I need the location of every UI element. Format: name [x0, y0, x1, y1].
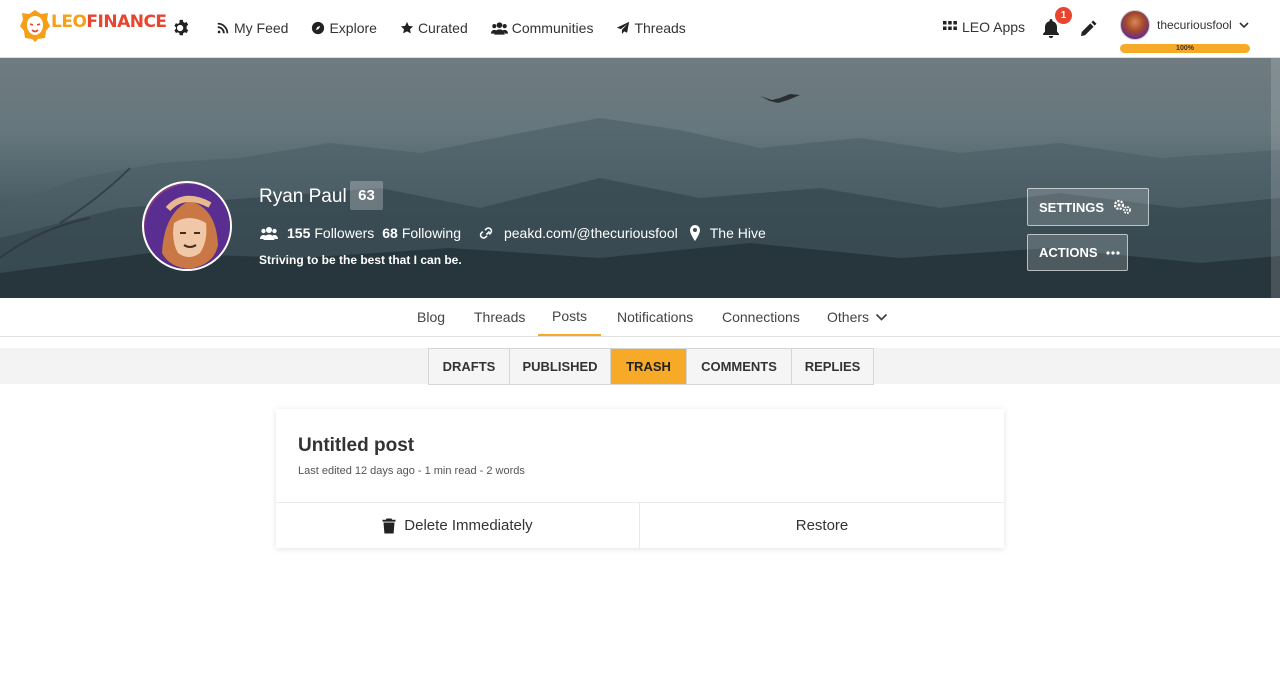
nav-threads[interactable]: Threads: [616, 20, 686, 36]
nav-communities-label: Communities: [511, 20, 594, 36]
leo-apps-label: LEO Apps: [962, 19, 1026, 35]
post-meta: Last edited 12 days ago - 1 min read - 2…: [298, 465, 525, 477]
profile-bio: Striving to be the best that I can be.: [259, 253, 462, 267]
post-filter-tabs: DRAFTS PUBLISHED TRASH COMMENTS REPLIES: [428, 348, 874, 385]
actions-button[interactable]: ACTIONS: [1027, 234, 1128, 271]
pencil-icon[interactable]: [1080, 19, 1098, 37]
profile-avatar[interactable]: [142, 181, 232, 271]
subtab-drafts[interactable]: DRAFTS: [429, 349, 510, 384]
subtab-trash[interactable]: TRASH: [611, 349, 687, 384]
notification-badge: 1: [1055, 7, 1072, 24]
following-link[interactable]: 68 Following: [382, 225, 461, 241]
profile-name: Ryan Paul: [259, 186, 347, 207]
trashed-post-card: Untitled post Last edited 12 days ago - …: [276, 409, 1004, 548]
leo-apps-button[interactable]: LEO Apps: [942, 19, 1025, 35]
subtab-comments[interactable]: COMMENTS: [687, 349, 792, 384]
chevron-down-icon: [875, 313, 888, 321]
tab-posts[interactable]: Posts: [538, 298, 601, 336]
lion-logo-icon: [20, 10, 50, 42]
ellipsis-icon: [1105, 250, 1120, 255]
tab-blog[interactable]: Blog: [417, 298, 445, 336]
subtab-replies[interactable]: REPLIES: [792, 349, 873, 384]
restore-button[interactable]: Restore: [640, 503, 1004, 548]
user-avatar[interactable]: [1120, 10, 1150, 40]
location: The Hive: [709, 225, 766, 241]
brand-name: LEOFINANCE: [51, 12, 167, 32]
avatar-illustration: [145, 184, 230, 269]
gears-icon: [1113, 199, 1131, 214]
top-navbar: LEOFINANCE My Feed Explore Curated Commu…: [0, 0, 1280, 58]
star-icon: [400, 21, 414, 34]
nav-explore[interactable]: Explore: [311, 20, 377, 36]
gear-icon[interactable]: [172, 19, 190, 37]
nav-communities[interactable]: Communities: [490, 20, 594, 36]
leofinance-logo[interactable]: LEOFINANCE: [19, 9, 167, 43]
delete-immediately-label: Delete Immediately: [404, 517, 533, 534]
scrollbar[interactable]: [1271, 58, 1280, 298]
profile-tabs: Blog Threads Posts Notifications Connect…: [0, 298, 1280, 337]
map-marker-icon: [689, 225, 700, 241]
link-icon: [479, 227, 493, 239]
followers-count: 155: [287, 225, 311, 241]
following-label: Following: [401, 225, 461, 241]
chevron-down-icon[interactable]: [1238, 19, 1250, 31]
tab-connections[interactable]: Connections: [722, 298, 800, 336]
rss-icon: [217, 22, 229, 34]
followers-link[interactable]: 155 Followers: [287, 225, 374, 241]
brand-leo: LEO: [51, 12, 87, 32]
users-icon: [260, 227, 278, 240]
users-icon: [490, 22, 508, 35]
tab-threads[interactable]: Threads: [474, 298, 525, 336]
trash-icon: [382, 518, 396, 533]
nav-curated[interactable]: Curated: [400, 20, 468, 36]
following-count: 68: [382, 225, 398, 241]
settings-button-label: SETTINGS: [1039, 199, 1105, 215]
followers-label: Followers: [314, 225, 375, 241]
website-link[interactable]: peakd.com/@thecuriousfool: [504, 225, 678, 241]
post-title[interactable]: Untitled post: [298, 435, 414, 457]
profile-stats: 155 Followers 68 Following peakd.com/@thec…: [259, 225, 766, 241]
nav-my-feed-label: My Feed: [234, 20, 289, 36]
restore-label: Restore: [795, 517, 849, 534]
compass-icon: [312, 21, 325, 35]
voting-power-bar: 100%: [1120, 44, 1250, 53]
paper-plane-icon: [617, 21, 630, 35]
username: thecuriousfool: [1157, 18, 1232, 32]
nav-curated-label: Curated: [417, 20, 468, 36]
subtab-published[interactable]: PUBLISHED: [510, 349, 611, 384]
grid-icon: [943, 21, 957, 30]
tab-others-label: Others: [827, 309, 870, 325]
nav-my-feed[interactable]: My Feed: [216, 20, 288, 36]
nav-explore-label: Explore: [329, 20, 377, 36]
tab-others[interactable]: Others: [827, 298, 888, 336]
actions-button-label: ACTIONS: [1039, 245, 1098, 260]
delete-immediately-button[interactable]: Delete Immediately: [276, 503, 639, 548]
reputation-badge: 63: [350, 181, 383, 210]
main-nav: My Feed Explore Curated Communities Thre…: [216, 0, 709, 56]
settings-button[interactable]: SETTINGS: [1027, 188, 1149, 226]
nav-threads-label: Threads: [634, 20, 686, 36]
brand-finance: FINANCE: [86, 12, 167, 32]
voting-power-label: 100%: [1176, 45, 1194, 52]
tab-notifications[interactable]: Notifications: [617, 298, 693, 336]
